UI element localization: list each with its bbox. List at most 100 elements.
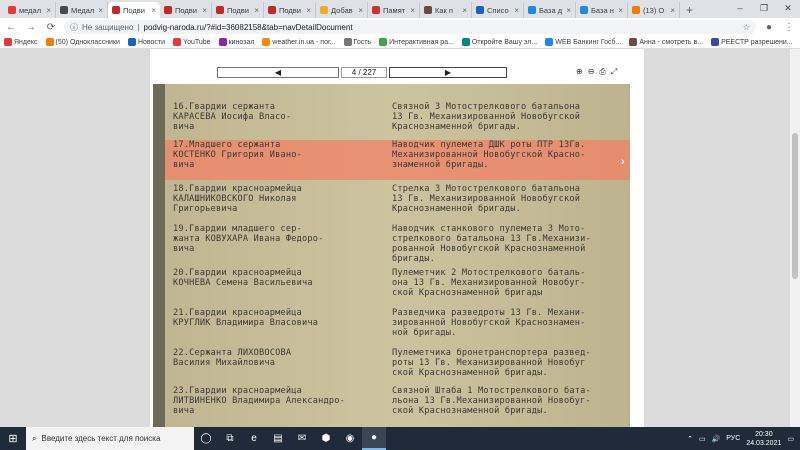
record-position-line: ской Краснознаменной бригады. bbox=[392, 368, 548, 378]
browser-tab[interactable]: Подви × bbox=[264, 2, 316, 18]
windows-taskbar: ⊞ ⌕ Введите здесь текст для поиска ◯ ⧉ e… bbox=[0, 427, 800, 450]
bookmark-favicon-icon bbox=[218, 38, 227, 46]
bookmark-item[interactable]: Откройте Вашу эл... bbox=[461, 38, 537, 46]
record-position-line: ской Краснознаменной бригады bbox=[392, 288, 543, 298]
tab-close-icon[interactable]: × bbox=[151, 6, 156, 15]
bookmark-item[interactable]: Гость bbox=[343, 38, 371, 46]
browser-tab[interactable]: (13) О × bbox=[628, 2, 680, 18]
tab-close-icon[interactable]: × bbox=[46, 6, 51, 15]
zoom-in-icon[interactable]: ⊕ bbox=[576, 67, 583, 77]
profile-avatar-icon[interactable]: ● bbox=[762, 22, 776, 33]
close-window-button[interactable]: ✕ bbox=[776, 0, 800, 16]
notifications-icon[interactable]: ▭ bbox=[787, 435, 794, 443]
task-view-icon[interactable]: ⧉ bbox=[218, 427, 242, 450]
browser-tab[interactable]: медал × bbox=[4, 2, 56, 18]
fullscreen-icon[interactable]: ⤢ bbox=[611, 67, 617, 77]
tab-label: Медал bbox=[71, 5, 95, 15]
tab-close-icon[interactable]: × bbox=[410, 6, 415, 15]
document-scan: 16.Гвардии сержанта КАРАСЕВА Иосифа Власо… bbox=[153, 84, 630, 427]
language-indicator[interactable]: РУС bbox=[726, 435, 740, 442]
browser-tab[interactable]: Как п × bbox=[420, 2, 472, 18]
bookmark-item[interactable]: Интерактивная ра... bbox=[379, 38, 454, 46]
minimize-button[interactable]: – bbox=[728, 0, 752, 16]
reload-button[interactable]: ⟳ bbox=[44, 22, 58, 33]
clock[interactable]: 20:30 24.03.2021 bbox=[746, 430, 781, 448]
opera-icon[interactable]: ◉ bbox=[338, 427, 362, 450]
print-icon[interactable]: ⎙ bbox=[599, 67, 605, 77]
record-position-line: Пулеметчик 2 Мотострелкового баталь- bbox=[392, 268, 586, 278]
record-name-line: жанта КОВУХАРА Ивана Федоро- bbox=[173, 234, 324, 244]
bookmark-item[interactable]: WEB Банкинг Госб... bbox=[545, 38, 621, 46]
next-arrow-icon[interactable]: › bbox=[621, 156, 625, 168]
browser-tab[interactable]: База н × bbox=[576, 2, 628, 18]
address-bar[interactable]: ⓘ Не защищено | podvig-naroda.ru/?#id=36… bbox=[64, 20, 756, 34]
tab-close-icon[interactable]: × bbox=[566, 6, 571, 15]
browser-tab[interactable]: База д × bbox=[524, 2, 576, 18]
tab-close-icon[interactable]: × bbox=[254, 6, 259, 15]
bookmark-item[interactable]: кинозал bbox=[218, 38, 255, 46]
tab-label: База д bbox=[539, 5, 563, 15]
bookmark-favicon-icon bbox=[45, 38, 54, 46]
start-button[interactable]: ⊞ bbox=[0, 427, 26, 450]
page-scrollbar[interactable] bbox=[790, 49, 800, 427]
tab-close-icon[interactable]: × bbox=[98, 6, 103, 15]
tray-expand-icon[interactable]: ⌃ bbox=[687, 435, 693, 443]
tab-label: (13) О bbox=[643, 5, 665, 15]
zoom-out-icon[interactable]: ⊖ bbox=[588, 67, 595, 77]
url-text[interactable]: podvig-naroda.ru/?#id=36082158&tab=navDe… bbox=[144, 23, 353, 32]
new-tab-button[interactable]: + bbox=[680, 2, 699, 18]
bookmark-favicon-icon bbox=[4, 38, 12, 46]
tab-close-icon[interactable]: × bbox=[514, 6, 519, 15]
browser-tab[interactable]: Памят × bbox=[368, 2, 420, 18]
chrome-icon[interactable]: ● bbox=[362, 427, 386, 450]
record-name-line: Григорьевича bbox=[173, 204, 238, 214]
explorer-icon[interactable]: ▤ bbox=[266, 427, 290, 450]
record-position-line: она 13 Гв. Механизированной Новобуг- bbox=[392, 278, 586, 288]
bookmark-label: кинозал bbox=[228, 38, 255, 46]
bookmark-item[interactable]: Анна - смотреть в... bbox=[629, 38, 703, 46]
browser-tab[interactable]: Списо × bbox=[472, 2, 524, 18]
mail-icon[interactable]: ✉ bbox=[290, 427, 314, 450]
bookmark-item[interactable]: (50) Одноклассники bbox=[45, 38, 120, 46]
edge-icon[interactable]: e bbox=[242, 427, 266, 450]
forward-button[interactable]: → bbox=[24, 22, 38, 33]
maximize-button[interactable]: ❐ bbox=[752, 0, 776, 16]
cortana-icon[interactable]: ◯ bbox=[194, 427, 218, 450]
browser-tab[interactable]: Подви × bbox=[160, 2, 212, 18]
bookmark-item[interactable]: Яндекс bbox=[4, 38, 38, 46]
tab-close-icon[interactable]: × bbox=[202, 6, 207, 15]
tab-close-icon[interactable]: × bbox=[618, 6, 623, 15]
menu-icon[interactable]: ⋮ bbox=[782, 22, 796, 33]
browser-tab[interactable]: Медал × bbox=[56, 2, 108, 18]
browser-tab[interactable]: Подви × bbox=[212, 2, 264, 18]
back-button[interactable]: ← bbox=[4, 22, 18, 33]
network-icon[interactable]: ▭ bbox=[699, 435, 706, 443]
next-page-button[interactable]: ▶ bbox=[389, 67, 507, 78]
tab-close-icon[interactable]: × bbox=[462, 6, 467, 15]
scrollbar-thumb[interactable] bbox=[792, 133, 798, 279]
browser-toolbar: ← → ⟳ ⓘ Не защищено | podvig-naroda.ru/?… bbox=[0, 18, 800, 36]
tab-close-icon[interactable]: × bbox=[306, 6, 311, 15]
tab-strip: медал × Медал × Подви × Подви × Подви × Подви × Доба… bbox=[0, 0, 800, 18]
tab-close-icon[interactable]: × bbox=[358, 6, 363, 15]
record-name-line: КОСТЕНКО Григория Ивано- bbox=[173, 150, 302, 160]
taskbar-search[interactable]: ⌕ Введите здесь текст для поиска bbox=[26, 427, 194, 450]
bookmark-item[interactable]: YouTube bbox=[173, 38, 211, 46]
tab-favicon-icon bbox=[528, 6, 536, 14]
bookmark-item[interactable]: РЕЕСТР разрешени... bbox=[711, 38, 793, 46]
clock-time: 20:30 bbox=[755, 430, 773, 438]
record-position-cell: Пулеметчик 2 Мотострелкового баталь-она … bbox=[392, 268, 630, 298]
record-row: 21.Гвардии красноармейца КРУГЛИК Владимир… bbox=[165, 308, 630, 340]
bookmark-item[interactable]: weather.in.ua - пог... bbox=[262, 38, 336, 46]
record-position-cell: Пулеметчика бронетранспортера развед-рот… bbox=[392, 348, 630, 378]
prev-page-button[interactable]: ◀ bbox=[217, 67, 339, 78]
browser-tab[interactable]: Подви × bbox=[108, 2, 160, 18]
bookmark-star-icon[interactable]: ☆ bbox=[743, 23, 750, 32]
store-icon[interactable]: ⬢ bbox=[314, 427, 338, 450]
warning-icon[interactable]: ⓘ bbox=[70, 22, 78, 33]
bookmark-item[interactable]: Новости bbox=[127, 38, 165, 46]
tab-close-icon[interactable]: × bbox=[670, 6, 675, 15]
volume-icon[interactable]: 🔊 bbox=[712, 435, 721, 443]
page-indicator[interactable]: 4 / 227 bbox=[341, 67, 387, 78]
browser-tab[interactable]: Добав × bbox=[316, 2, 368, 18]
